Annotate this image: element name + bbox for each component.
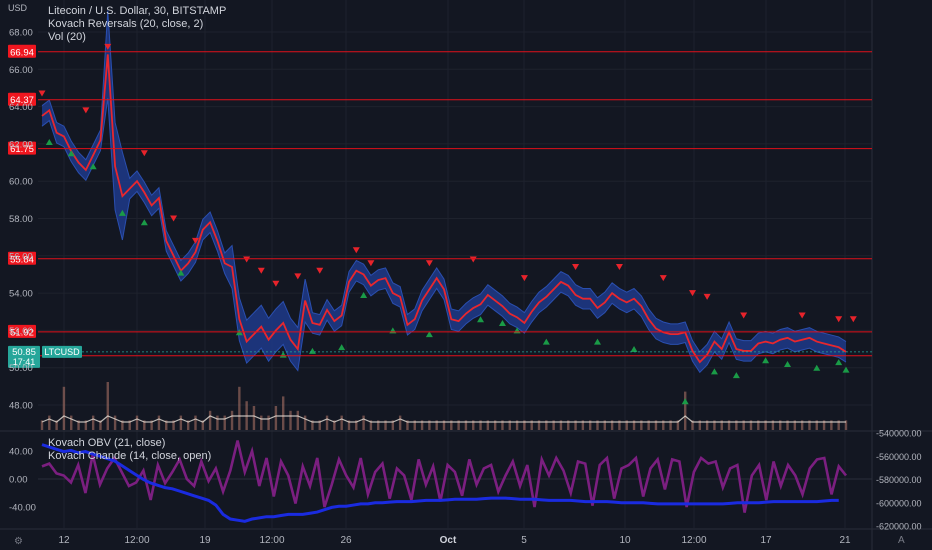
chart-background	[0, 0, 932, 550]
volume-bar	[340, 415, 343, 430]
price-tick-label: 66.00	[9, 65, 33, 76]
volume-bar	[296, 410, 300, 430]
time-tick-label: 17	[760, 535, 772, 546]
time-tick-label: Oct	[440, 535, 457, 546]
volume-bar	[230, 410, 234, 430]
price-tick-label: 60.00	[9, 177, 33, 188]
volume-bar	[303, 415, 307, 430]
volume-bar	[325, 415, 329, 430]
obv-tick-label: -620000.00	[876, 522, 922, 532]
volume-bar	[398, 415, 402, 430]
time-tick-label: 19	[199, 535, 211, 546]
timezone-icon[interactable]: ⚙	[14, 536, 23, 547]
volume-bar	[282, 396, 285, 430]
price-tick-label: 68.00	[9, 28, 33, 39]
time-tick-label: 10	[619, 535, 631, 546]
time-tick-label: 12:00	[259, 535, 284, 546]
volume-bar	[216, 415, 219, 430]
volume-bar	[267, 415, 270, 430]
chande-tick-label: 40.00	[9, 447, 33, 458]
indicator-reversals-label[interactable]: Kovach Reversals (20, close, 2)	[48, 18, 203, 31]
price-tick-label: 54.00	[9, 289, 33, 300]
volume-bar	[113, 415, 117, 430]
volume-bar	[260, 415, 263, 430]
volume-bar	[157, 415, 161, 430]
volume-bar	[106, 382, 109, 430]
volume-bar	[62, 386, 66, 430]
time-tick-label: 12:00	[124, 535, 149, 546]
symbol-title[interactable]: Litecoin / U.S. Dollar, 30, BITSTAMP	[48, 5, 226, 18]
obv-tick-label: -540000.00	[876, 429, 922, 439]
price-tick-label: 56.00	[9, 251, 33, 262]
chande-tick-label: 0.00	[9, 475, 28, 486]
volume-bar	[208, 410, 212, 430]
chart-canvas[interactable]: 66.9464.3761.7555.8451.9250.6450.8517:41…	[0, 0, 932, 550]
volume-bar	[194, 415, 197, 430]
price-tick-label: 50.00	[9, 363, 33, 374]
currency-label: USD	[8, 3, 28, 13]
obv-tick-label: -600000.00	[876, 498, 922, 508]
price-tick-label: 52.00	[9, 326, 33, 337]
volume-bar	[684, 391, 687, 430]
price-tick-label: 58.00	[9, 214, 33, 225]
price-tick-label: 48.00	[9, 401, 33, 412]
volume-bar	[274, 406, 278, 430]
volume-bar	[238, 386, 241, 430]
volume-bar	[223, 415, 226, 430]
symbol-badge-label: LTCUSD	[44, 347, 80, 357]
auto-scale-icon[interactable]: A	[898, 535, 905, 546]
volume-bar	[48, 415, 51, 430]
indicator-obv-label[interactable]: Kovach OBV (21, close)	[48, 437, 165, 450]
indicator-volume-label[interactable]: Vol (20)	[48, 31, 86, 44]
price-tick-label: 64.00	[9, 102, 33, 113]
volume-bar	[252, 406, 256, 430]
volume-bar	[91, 415, 95, 430]
level-badge-label: 66.94	[10, 47, 34, 58]
obv-tick-label: -560000.00	[876, 452, 922, 462]
volume-bar	[70, 415, 73, 430]
volume-bar	[289, 410, 292, 430]
volume-bar	[179, 415, 183, 430]
time-tick-label: 5	[521, 535, 527, 546]
time-tick-label: 21	[839, 535, 851, 546]
chande-tick-label: -40.00	[9, 503, 36, 514]
price-tick-label: 62.00	[9, 139, 33, 150]
time-tick-label: 26	[340, 535, 352, 546]
volume-bar	[362, 415, 365, 430]
indicator-chande-label[interactable]: Kovach Chande (14, close, open)	[48, 450, 211, 463]
time-tick-label: 12	[58, 535, 70, 546]
obv-tick-label: -580000.00	[876, 475, 922, 485]
volume-bar	[135, 415, 139, 430]
time-tick-label: 12:00	[681, 535, 706, 546]
